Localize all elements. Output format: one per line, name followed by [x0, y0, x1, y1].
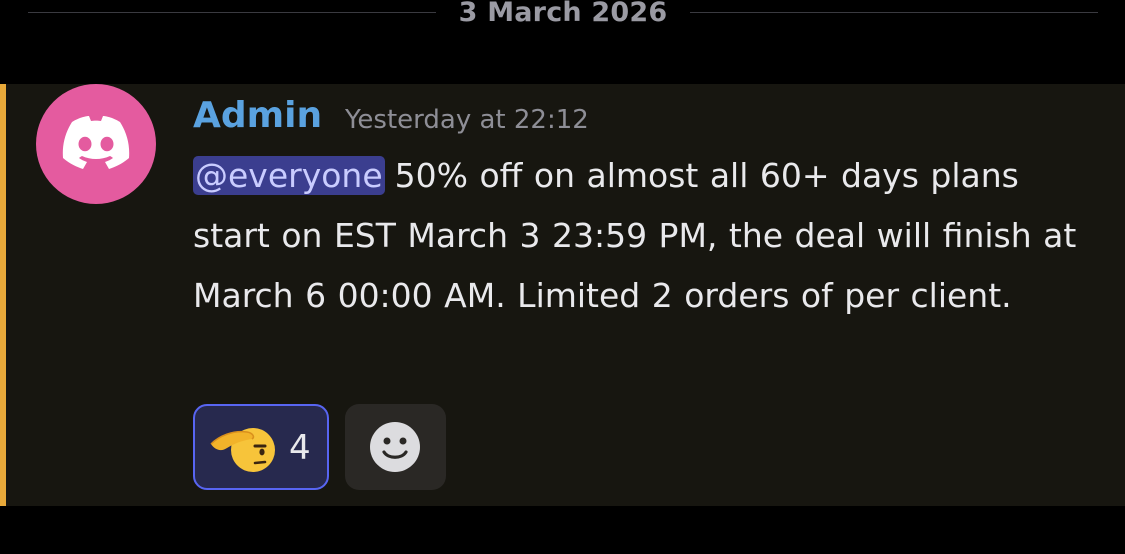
avatar[interactable]	[36, 84, 156, 204]
reaction-count: 4	[289, 428, 311, 468]
add-reaction-button[interactable]	[345, 404, 446, 490]
saluting-face-icon	[210, 428, 275, 472]
message-content: @everyone 50% off on almost all 60+ days …	[193, 146, 1103, 326]
mention-highlight-bar	[0, 84, 6, 506]
message-item[interactable]: Admin Yesterday at 22:12 @everyone 50% of…	[0, 84, 1125, 506]
smiley-add-reaction-icon	[370, 422, 420, 472]
date-divider: 3 March 2026	[28, 0, 1098, 30]
everyone-mention[interactable]: @everyone	[193, 156, 385, 195]
divider-date: 3 March 2026	[458, 0, 668, 28]
reaction-saluting-face[interactable]: 4	[193, 404, 329, 490]
message-timestamp: Yesterday at 22:12	[345, 105, 589, 135]
chat-view: 3 March 2026 Admin Yesterday at 22:12 @e…	[0, 0, 1125, 554]
divider-line-right	[690, 12, 1098, 13]
discord-logo-icon	[62, 116, 130, 169]
message-author[interactable]: Admin	[193, 96, 322, 136]
divider-line-left	[28, 12, 436, 13]
